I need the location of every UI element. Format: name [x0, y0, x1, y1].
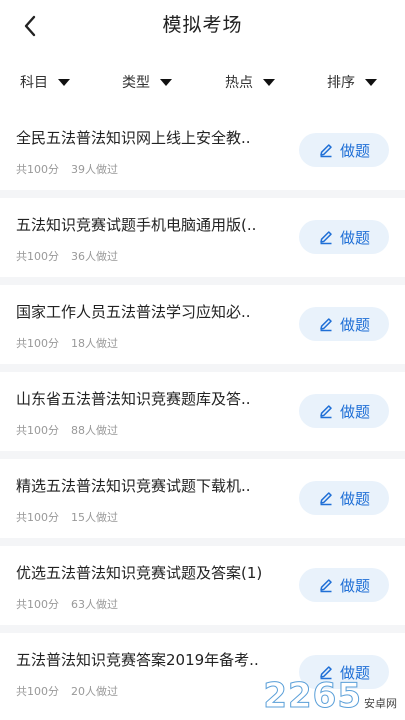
list-item[interactable]: 优选五法普法知识竞赛试题及答案(1) 共100分 63人做过 做题: [0, 546, 405, 625]
pencil-icon: [320, 231, 332, 245]
page-title: 模拟考场: [162, 14, 243, 36]
do-exam-button[interactable]: 做题: [299, 481, 389, 515]
watermark-number: 2265: [263, 676, 362, 717]
exam-total: 共100分: [16, 337, 59, 350]
list-item[interactable]: 山东省五法普法知识竞赛题库及答.. 共100分 88人做过 做题: [0, 372, 405, 451]
exam-total: 共100分: [16, 598, 59, 611]
pencil-icon: [320, 144, 332, 158]
exam-count: 39人做过: [71, 163, 118, 176]
watermark-text: 安卓网: [364, 697, 397, 710]
exam-count: 88人做过: [71, 424, 118, 437]
exam-total: 共100分: [16, 250, 59, 263]
divider: [0, 451, 405, 459]
site-watermark: 2265 安卓网: [263, 676, 397, 717]
do-exam-label: 做题: [339, 402, 370, 421]
do-exam-button[interactable]: 做题: [299, 133, 389, 167]
divider: [0, 277, 405, 285]
filter-label: 科目: [20, 75, 48, 91]
filter-label: 排序: [327, 75, 355, 91]
exam-total: 共100分: [16, 511, 59, 524]
do-exam-label: 做题: [339, 576, 370, 595]
do-exam-button[interactable]: 做题: [299, 220, 389, 254]
exam-count: 63人做过: [71, 598, 118, 611]
filter-subject[interactable]: 科目: [20, 72, 70, 92]
divider: [0, 190, 405, 198]
do-exam-label: 做题: [339, 489, 370, 508]
exam-meta: 共100分 39人做过: [16, 161, 118, 177]
exam-title: 优选五法普法知识竞赛试题及答案(1): [16, 564, 263, 582]
pencil-icon: [320, 579, 332, 593]
filter-hot[interactable]: 热点: [225, 72, 275, 92]
pencil-icon: [320, 318, 332, 332]
do-exam-button[interactable]: 做题: [299, 394, 389, 428]
caret-down-icon: [263, 78, 275, 86]
exam-title: 五法知识竞赛试题手机电脑通用版(..: [16, 216, 257, 234]
exam-list: 全民五法普法知识网上线上安全教.. 共100分 39人做过 做题 五法知识竞赛试…: [0, 111, 405, 712]
filter-label: 类型: [122, 75, 150, 91]
exam-total: 共100分: [16, 685, 59, 698]
exam-title: 国家工作人员五法普法学习应知必..: [16, 303, 251, 321]
exam-meta: 共100分 15人做过: [16, 509, 118, 525]
divider: [0, 625, 405, 633]
exam-count: 18人做过: [71, 337, 118, 350]
exam-title: 五法普法知识竞赛答案2019年备考..: [16, 651, 259, 669]
list-item[interactable]: 精选五法普法知识竞赛试题下载机.. 共100分 15人做过 做题: [0, 459, 405, 538]
exam-meta: 共100分 63人做过: [16, 596, 118, 612]
do-exam-label: 做题: [339, 141, 370, 160]
divider: [0, 538, 405, 546]
exam-meta: 共100分 20人做过: [16, 683, 118, 699]
exam-total: 共100分: [16, 163, 59, 176]
filter-type[interactable]: 类型: [122, 72, 172, 92]
exam-count: 36人做过: [71, 250, 118, 263]
exam-title: 山东省五法普法知识竞赛题库及答..: [16, 390, 251, 408]
filter-bar: 科目 类型 热点 排序: [0, 66, 405, 102]
exam-title: 全民五法普法知识网上线上安全教..: [16, 129, 251, 147]
exam-meta: 共100分 88人做过: [16, 422, 118, 438]
list-item[interactable]: 五法知识竞赛试题手机电脑通用版(.. 共100分 36人做过 做题: [0, 198, 405, 277]
do-exam-label: 做题: [339, 315, 370, 334]
exam-total: 共100分: [16, 424, 59, 437]
exam-count: 15人做过: [71, 511, 118, 524]
caret-down-icon: [58, 78, 70, 86]
do-exam-label: 做题: [339, 228, 370, 247]
caret-down-icon: [365, 78, 377, 86]
filter-label: 热点: [225, 75, 253, 91]
divider: [0, 364, 405, 372]
exam-meta: 共100分 36人做过: [16, 248, 118, 264]
do-exam-button[interactable]: 做题: [299, 307, 389, 341]
list-item[interactable]: 全民五法普法知识网上线上安全教.. 共100分 39人做过 做题: [0, 111, 405, 190]
pencil-icon: [320, 492, 332, 506]
exam-count: 20人做过: [71, 685, 118, 698]
app-header: 模拟考场: [0, 0, 405, 56]
exam-meta: 共100分 18人做过: [16, 335, 118, 351]
do-exam-button[interactable]: 做题: [299, 568, 389, 602]
caret-down-icon: [160, 78, 172, 86]
list-item[interactable]: 国家工作人员五法普法学习应知必.. 共100分 18人做过 做题: [0, 285, 405, 364]
filter-sort[interactable]: 排序: [327, 72, 377, 92]
exam-title: 精选五法普法知识竞赛试题下载机..: [16, 477, 251, 495]
pencil-icon: [320, 405, 332, 419]
